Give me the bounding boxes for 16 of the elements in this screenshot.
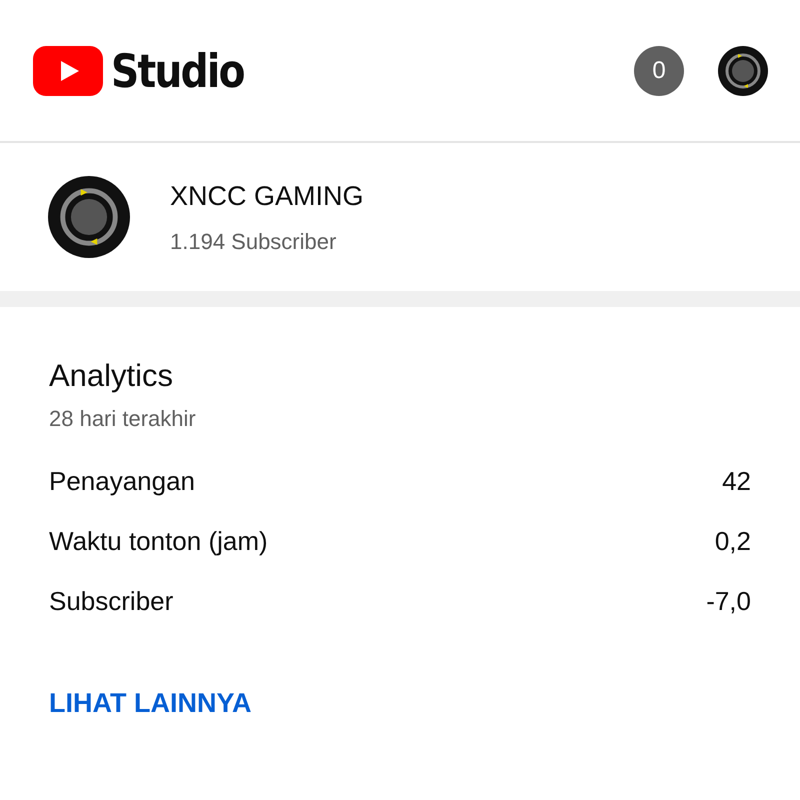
metric-label: Waktu tonton (jam)	[49, 524, 268, 558]
see-more-link[interactable]: LIHAT LAINNYA	[49, 683, 252, 724]
metric-value: 42	[722, 464, 751, 498]
notification-badge[interactable]: 0	[634, 46, 684, 96]
avatar-icon[interactable]	[718, 46, 768, 96]
metric-label: Subscriber	[49, 584, 174, 618]
channel-name: XNCC GAMING	[170, 180, 364, 214]
subscriber-count: 1.194 Subscriber	[170, 228, 338, 256]
section-title: Analytics	[49, 357, 174, 394]
metric-value: -7,0	[706, 584, 751, 618]
channel-avatar-icon[interactable]	[48, 176, 130, 258]
logo-text: Studio	[111, 48, 244, 94]
youtube-logo-icon	[33, 46, 103, 96]
period-label: 28 hari terakhir	[49, 405, 197, 434]
metric-value: 0,2	[714, 524, 751, 558]
metric-label: Penayangan	[49, 464, 196, 498]
